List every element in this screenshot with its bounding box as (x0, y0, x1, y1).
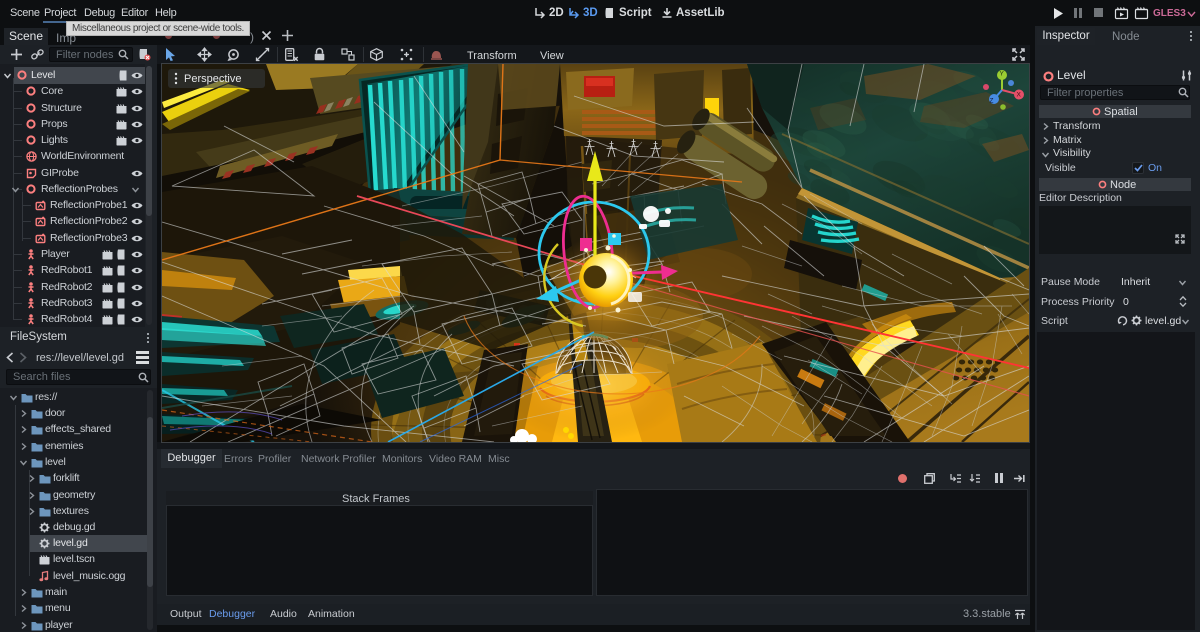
svg-text:X: X (1017, 92, 1022, 99)
svg-text:Y: Y (1000, 71, 1005, 78)
svg-text:Z: Z (990, 98, 994, 105)
svg-text:Perspective: Perspective (184, 73, 241, 85)
